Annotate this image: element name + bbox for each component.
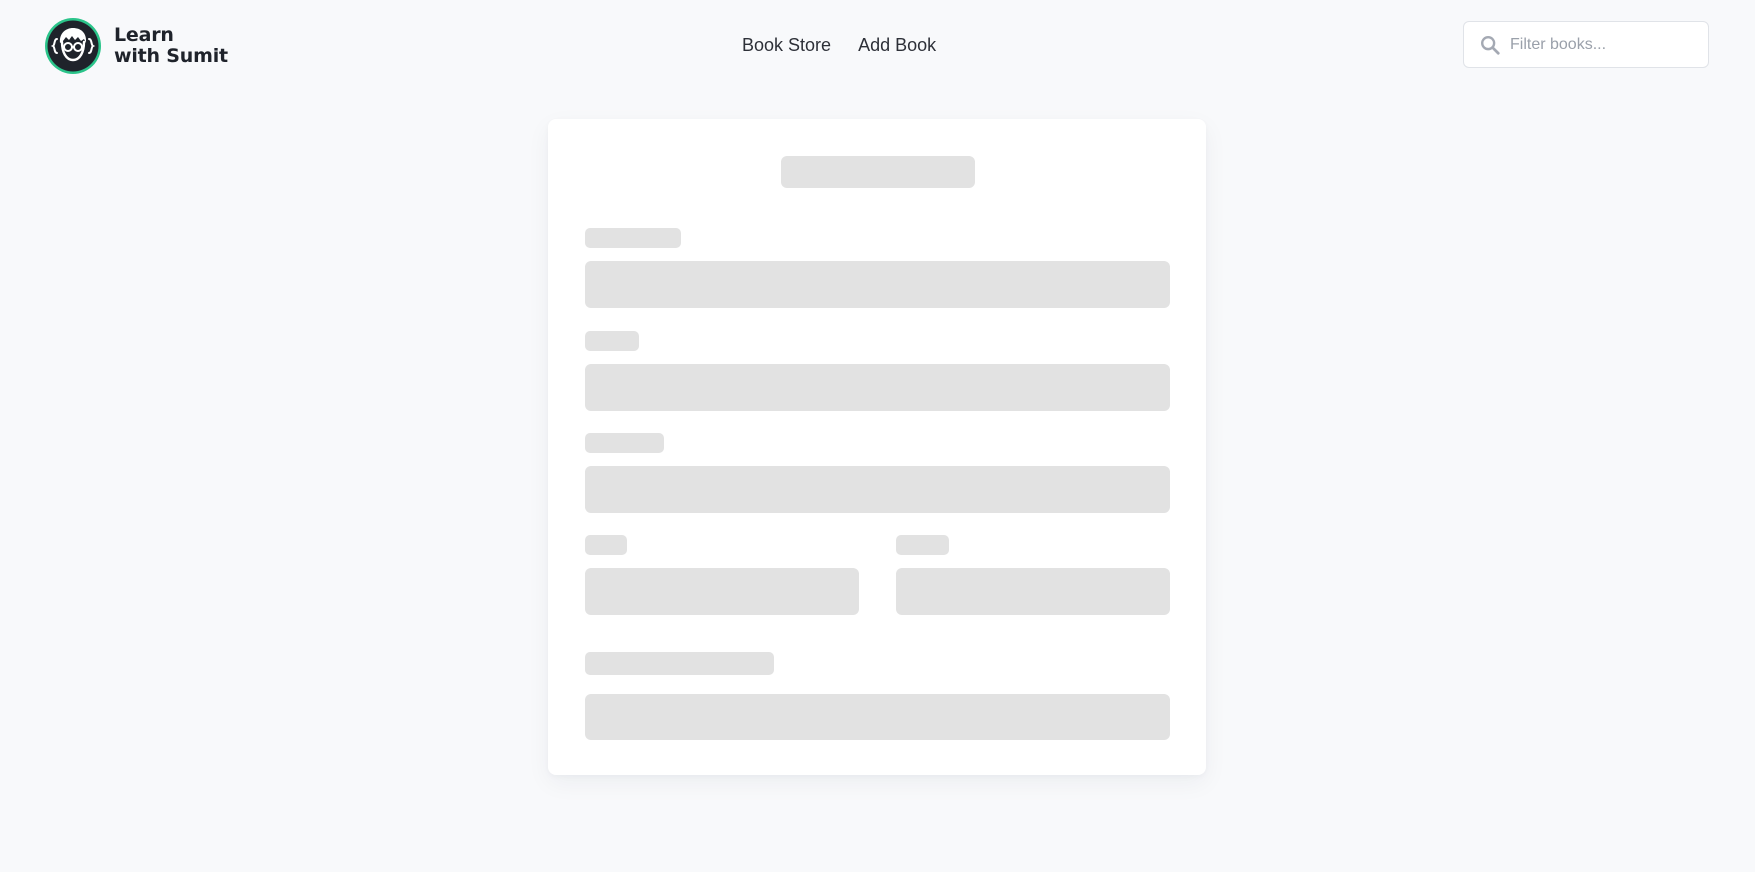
brand-name: Learn with Sumit — [114, 25, 228, 67]
nav-links: Book Store Add Book — [742, 33, 936, 57]
nav-link-book-store[interactable]: Book Store — [742, 33, 831, 57]
form-card-skeleton — [548, 119, 1206, 775]
search-icon — [1481, 35, 1500, 55]
skeleton-field-input — [585, 364, 1170, 411]
skeleton-field-input — [585, 568, 859, 615]
skeleton-form-title — [781, 156, 975, 188]
nav-link-add-book[interactable]: Add Book — [858, 33, 936, 57]
skeleton-field-input — [896, 568, 1170, 615]
skeleton-field-label — [585, 433, 664, 453]
skeleton-field-label — [896, 535, 949, 555]
brand-name-line1: Learn — [114, 24, 174, 46]
skeleton-field-input — [585, 466, 1170, 513]
skeleton-field-label — [585, 535, 627, 555]
developer-avatar-icon — [45, 18, 101, 74]
brand[interactable]: Learn with Sumit — [44, 17, 228, 75]
skeleton-submit-button — [585, 694, 1170, 740]
brand-name-line2: with Sumit — [114, 45, 228, 67]
skeleton-checkbox-label — [585, 652, 774, 675]
navbar: Learn with Sumit Book Store Add Book — [0, 0, 1755, 92]
skeleton-field-label — [585, 228, 681, 248]
skeleton-field-label — [585, 331, 639, 351]
search-box[interactable] — [1463, 21, 1709, 68]
search-input[interactable] — [1510, 35, 1700, 54]
skeleton-field-input — [585, 261, 1170, 308]
